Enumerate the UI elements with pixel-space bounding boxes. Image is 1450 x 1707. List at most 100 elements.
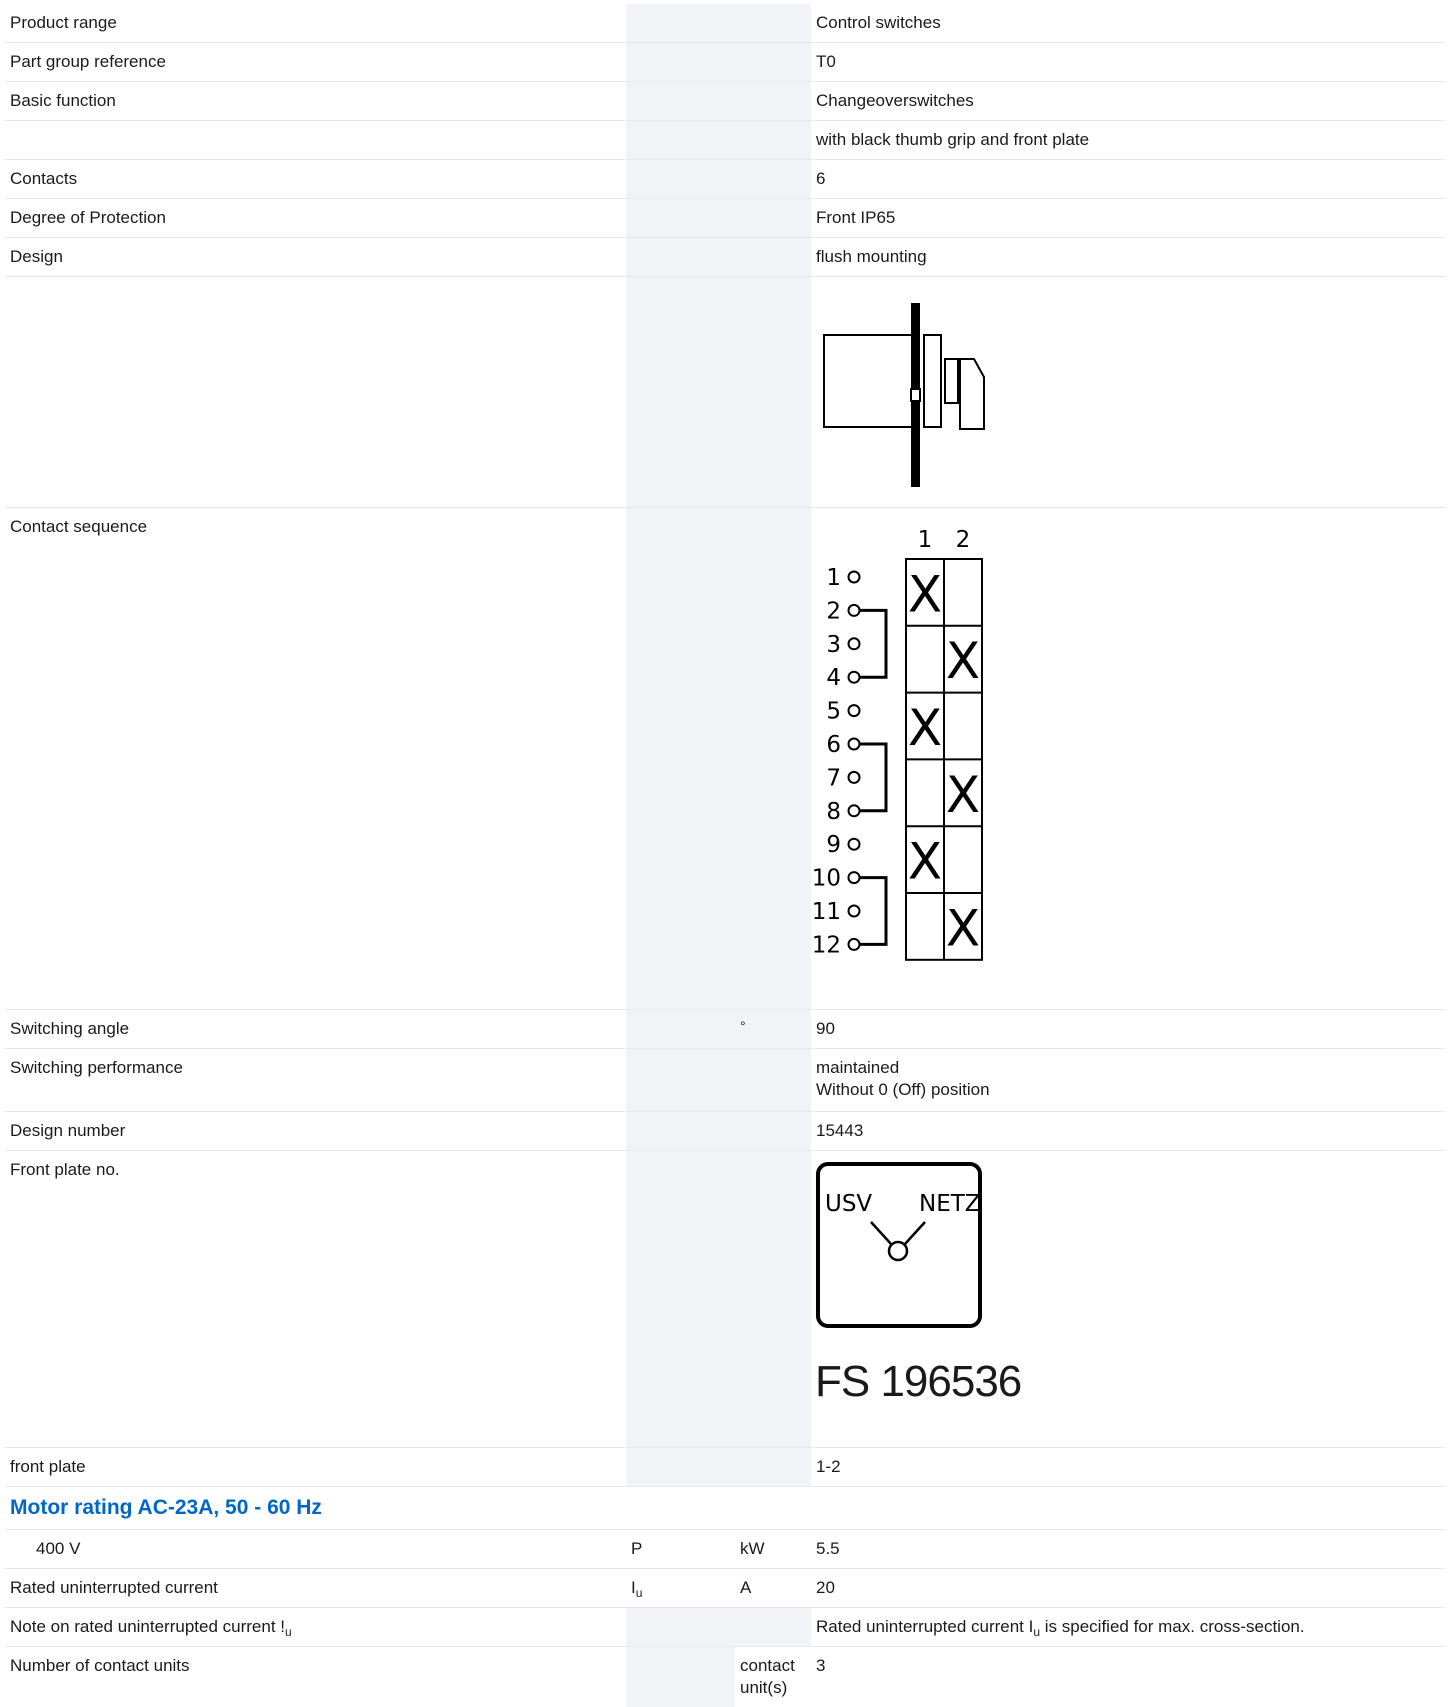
closed-contact-mark: X: [908, 833, 942, 891]
terminal-label: 4: [826, 665, 841, 691]
row-rated-current: Rated uninterrupted current Iu A 20: [5, 1569, 1445, 1608]
label-part-group: Part group reference: [5, 43, 626, 82]
row-design: Design flush mounting: [5, 238, 1445, 277]
terminal-circle: [849, 705, 860, 716]
value-basic-function: Changeoverswitches: [811, 82, 1445, 121]
symbol-motor-400v: P: [626, 1530, 735, 1569]
terminal-circle: [849, 872, 860, 883]
terminal-label: 3: [826, 632, 841, 658]
contact-bridge: [860, 878, 886, 945]
label-contacts: Contacts: [5, 160, 626, 199]
closed-contact-mark: X: [946, 899, 980, 957]
terminal-circle: [849, 739, 860, 750]
label-rated-current: Rated uninterrupted current: [5, 1569, 626, 1608]
value-protection: Front IP65: [811, 199, 1445, 238]
row-design-drawing: [5, 277, 1445, 508]
label-note-current: Note on rated uninterrupted current !u: [5, 1608, 626, 1647]
terminal-label: 6: [826, 732, 841, 758]
spec-table: Product range Control switches Part grou…: [5, 4, 1445, 1707]
contact-bridge: [860, 610, 886, 677]
value-basic-function-2: with black thumb grip and front plate: [811, 121, 1445, 160]
row-switching-performance: Switching performance maintained Without…: [5, 1049, 1445, 1112]
row-basic-function-2: with black thumb grip and front plate: [5, 121, 1445, 160]
value-contacts: 6: [811, 160, 1445, 199]
terminal-circle: [849, 605, 860, 616]
value-design-number: 15443: [811, 1112, 1445, 1151]
contact-bridge: [860, 744, 886, 811]
front-plate-code: FS 196536: [815, 1355, 1445, 1409]
terminal-label: 10: [812, 866, 841, 892]
value-note-current: Rated uninterrupted current Iu is specif…: [811, 1608, 1445, 1647]
contact-sequence-diagram: 12123456789101112XXXXXX: [811, 522, 1011, 997]
value-contact-units: 3: [811, 1647, 1445, 1707]
mounting-drawing-icon: [814, 289, 994, 489]
terminal-circle: [849, 939, 860, 950]
front-plate-drawing: USV NETZ: [815, 1161, 987, 1333]
label-front-plate: front plate: [5, 1448, 626, 1487]
value-front-plate: 1-2: [811, 1448, 1445, 1487]
value-switching-performance-2: Without 0 (Off) position: [816, 1079, 1440, 1101]
row-part-group: Part group reference T0: [5, 43, 1445, 82]
closed-contact-mark: X: [908, 565, 942, 623]
terminal-label: 2: [826, 598, 841, 624]
unit-contact-units: contact unit(s): [735, 1647, 811, 1707]
terminal-label: 9: [826, 832, 841, 858]
value-part-group: T0: [811, 43, 1445, 82]
position-label: 1: [918, 527, 933, 553]
label-basic-function: Basic function: [5, 82, 626, 121]
value-design: flush mounting: [811, 238, 1445, 277]
front-plate-right-text: NETZ: [919, 1191, 981, 1217]
label-design: Design: [5, 238, 626, 277]
value-switching-performance-1: maintained: [816, 1057, 1440, 1079]
label-design-number: Design number: [5, 1112, 626, 1151]
terminal-label: 5: [826, 699, 841, 725]
label-product-range: Product range: [5, 4, 626, 43]
row-note-current: Note on rated uninterrupted current !u R…: [5, 1608, 1445, 1647]
label-switching-performance: Switching performance: [5, 1049, 626, 1112]
terminal-circle: [849, 638, 860, 649]
terminal-label: 12: [812, 932, 841, 958]
value-motor-400v: 5.5: [811, 1530, 1445, 1569]
row-basic-function: Basic function Changeoverswitches: [5, 82, 1445, 121]
row-motor-rating-heading: Motor rating AC-23A, 50 - 60 Hz: [5, 1487, 1445, 1530]
unit-rated-current: A: [735, 1569, 811, 1608]
terminal-label: 8: [826, 799, 841, 825]
row-protection: Degree of Protection Front IP65: [5, 199, 1445, 238]
terminal-label: 7: [826, 765, 841, 791]
label-protection: Degree of Protection: [5, 199, 626, 238]
terminal-circle: [849, 906, 860, 917]
unit-switching-angle: °: [735, 1010, 811, 1049]
row-switching-angle: Switching angle ° 90: [5, 1010, 1445, 1049]
label-contact-units: Number of contact units: [5, 1647, 626, 1707]
row-motor-400v: 400 V P kW 5.5: [5, 1530, 1445, 1569]
value-rated-current: 20: [811, 1569, 1445, 1608]
terminal-circle: [849, 572, 860, 583]
label-contact-sequence: Contact sequence: [5, 508, 626, 1010]
closed-contact-mark: X: [946, 632, 980, 690]
position-label: 2: [956, 527, 971, 553]
terminal-circle: [849, 805, 860, 816]
terminal-circle: [849, 839, 860, 850]
front-plate-left-text: USV: [825, 1191, 872, 1217]
row-design-number: Design number 15443: [5, 1112, 1445, 1151]
row-contact-units: Number of contact units contact unit(s) …: [5, 1647, 1445, 1707]
section-heading-motor-rating: Motor rating AC-23A, 50 - 60 Hz: [5, 1487, 626, 1530]
terminal-circle: [849, 772, 860, 783]
value-switching-angle: 90: [811, 1010, 1445, 1049]
label-front-plate-no: Front plate no.: [5, 1151, 626, 1448]
symbol-rated-current: Iu: [626, 1569, 735, 1608]
terminal-label: 11: [812, 899, 841, 925]
row-front-plate-no: Front plate no. USV NETZ FS 196536: [5, 1151, 1445, 1448]
label-motor-400v: 400 V: [5, 1530, 626, 1569]
row-front-plate: front plate 1-2: [5, 1448, 1445, 1487]
row-contact-sequence: Contact sequence 12123456789101112XXXXXX: [5, 508, 1445, 1010]
row-product-range: Product range Control switches: [5, 4, 1445, 43]
row-contacts: Contacts 6: [5, 160, 1445, 199]
closed-contact-mark: X: [946, 766, 980, 824]
closed-contact-mark: X: [908, 699, 942, 757]
terminal-circle: [849, 672, 860, 683]
value-product-range: Control switches: [811, 4, 1445, 43]
unit-motor-400v: kW: [735, 1530, 811, 1569]
label-switching-angle: Switching angle: [5, 1010, 626, 1049]
terminal-label: 1: [826, 565, 841, 591]
